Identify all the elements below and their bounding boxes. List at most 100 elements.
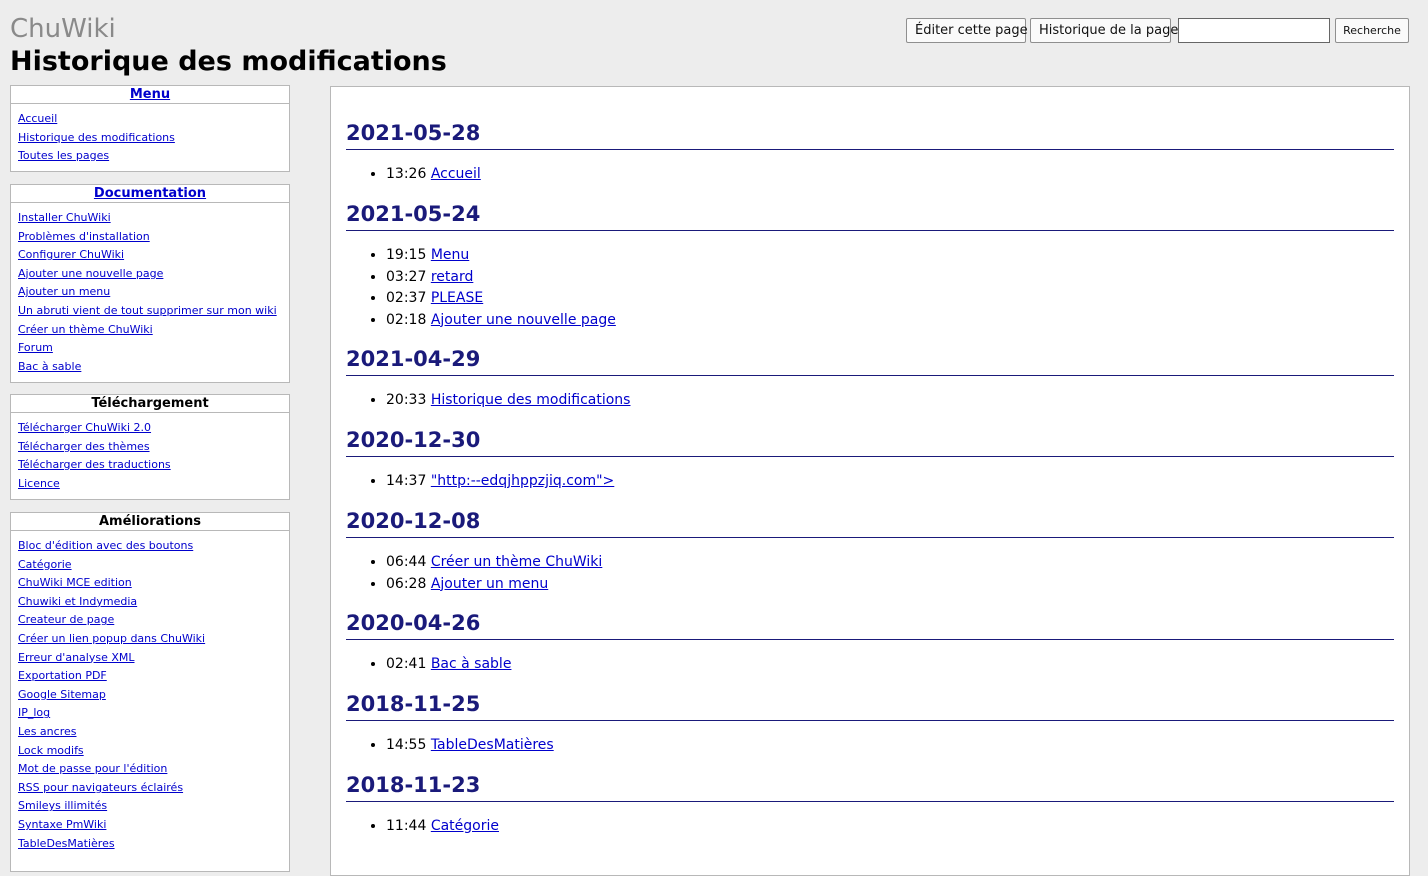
entry-page-link[interactable]: retard	[431, 269, 474, 285]
history-entry: 14:37 "http:--edqjhppzjiq.com">	[386, 471, 1394, 493]
sidebar-link[interactable]: Bac à sable	[18, 360, 81, 373]
entry-time: 06:28	[386, 575, 427, 592]
menu-title-link[interactable]: Menu	[130, 87, 170, 102]
sidebar-item: ChuWiki MCE edition	[18, 574, 282, 593]
sidebar-item: Catégorie	[18, 556, 282, 575]
sidebar-link[interactable]: Problèmes d'installation	[18, 230, 150, 243]
entry-time: 11:44	[386, 818, 427, 834]
sidebar-item: Chuwiki et Indymedia	[18, 593, 282, 612]
history-date-heading: 2020-04-26	[346, 609, 1394, 640]
history-entry-list: 13:26 Accueil	[346, 150, 1394, 186]
sidebar-link[interactable]: Historique des modifications	[18, 131, 175, 144]
sidebar-item: Lock modifs	[18, 742, 282, 761]
sidebar-link[interactable]: Un abruti vient de tout supprimer sur mo…	[18, 304, 277, 317]
history-day-section: 2018-11-23 11:44 Catégorie	[346, 771, 1394, 838]
history-entry-list: 06:44 Créer un thème ChuWiki 06:28 Ajout…	[346, 538, 1394, 595]
history-entry-list: 11:44 Catégorie	[346, 802, 1394, 838]
sidebar-link[interactable]: Syntaxe PmWiki	[18, 818, 106, 831]
entry-page-link[interactable]: Bac à sable	[431, 656, 512, 672]
sidebar-item: Bac à sable	[18, 358, 282, 377]
sidebar-documentation-list: Installer ChuWiki Problèmes d'installati…	[11, 203, 289, 380]
entry-page-link[interactable]: PLEASE	[431, 290, 483, 306]
history-day-section: 2018-11-25 14:55 TableDesMatières	[346, 690, 1394, 757]
history-entry: 20:33 Historique des modifications	[386, 390, 1394, 412]
search-input[interactable]	[1178, 18, 1330, 43]
sidebar-item: Télécharger ChuWiki 2.0	[18, 419, 282, 438]
sidebar-link[interactable]: ChuWiki MCE edition	[18, 576, 132, 589]
site-title: ChuWiki	[10, 14, 116, 44]
sidebar-telechargement-list: Télécharger ChuWiki 2.0 Télécharger des …	[11, 413, 289, 497]
history-entry: 03:27 retard	[386, 267, 1394, 289]
sidebar-item: Télécharger des thèmes	[18, 438, 282, 457]
history-day-section: 2021-05-28 13:26 Accueil	[346, 119, 1394, 186]
sidebar-link[interactable]: Télécharger des traductions	[18, 458, 171, 471]
entry-page-link[interactable]: TableDesMatières	[431, 737, 554, 753]
history-day-section: 2021-04-29 20:33 Historique des modifica…	[346, 345, 1394, 412]
history-date-heading: 2018-11-23	[346, 771, 1394, 802]
page-history-button[interactable]: Historique de la page	[1030, 18, 1178, 43]
main-content: 2021-05-28 13:26 Accueil 2021-05-24 19:1…	[330, 86, 1410, 876]
sidebar-link[interactable]: Bloc d'édition avec des boutons	[18, 539, 193, 552]
entry-page-link[interactable]: Historique des modifications	[431, 392, 631, 408]
sidebar-link[interactable]: Exportation PDF	[18, 669, 107, 682]
history-date-heading: 2021-04-29	[346, 345, 1394, 376]
sidebar-item: Configurer ChuWiki	[18, 246, 282, 265]
documentation-title-link[interactable]: Documentation	[94, 186, 206, 201]
sidebar-link[interactable]: Télécharger des thèmes	[18, 440, 150, 453]
sidebar-link[interactable]: Smileys illimités	[18, 799, 107, 812]
sidebar-link[interactable]: Ajouter un menu	[18, 285, 110, 298]
history-entry: 06:44 Créer un thème ChuWiki	[386, 552, 1394, 574]
search-button[interactable]: Recherche	[1335, 18, 1409, 43]
history-entry: 13:26 Accueil	[386, 164, 1394, 186]
sidebar-link[interactable]: Installer ChuWiki	[18, 211, 111, 224]
sidebar-link[interactable]: Toutes les pages	[18, 149, 109, 162]
sidebar-link[interactable]: Forum	[18, 341, 53, 354]
entry-page-link[interactable]: Accueil	[431, 166, 481, 182]
entry-page-link[interactable]: Ajouter un menu	[431, 576, 548, 592]
entry-time: 14:55	[386, 737, 427, 753]
history-day-section: 2021-05-24 19:15 Menu 03:27 retard 02:37…	[346, 200, 1394, 331]
sidebar-link[interactable]: Catégorie	[18, 558, 72, 571]
history-date-heading: 2021-05-24	[346, 200, 1394, 231]
sidebar-link[interactable]: RSS pour navigateurs éclairés	[18, 781, 183, 794]
sidebar-item: Problèmes d'installation	[18, 228, 282, 247]
history-date-heading: 2018-11-25	[346, 690, 1394, 721]
sidebar-item: Installer ChuWiki	[18, 209, 282, 228]
history-day-section: 2020-04-26 02:41 Bac à sable	[346, 609, 1394, 676]
sidebar-link[interactable]: TableDesMatières	[18, 837, 115, 850]
sidebar-link[interactable]: Google Sitemap	[18, 688, 106, 701]
history-entry: 19:15 Menu	[386, 245, 1394, 267]
sidebar-box-title: Améliorations	[11, 513, 289, 531]
entry-page-link[interactable]: Menu	[431, 247, 469, 263]
sidebar-link[interactable]: Ajouter une nouvelle page	[18, 267, 163, 280]
sidebar-link[interactable]: Les ancres	[18, 725, 76, 738]
entry-time: 06:44	[386, 554, 427, 570]
history-date-heading: 2021-05-28	[346, 119, 1394, 150]
sidebar-box-title: Téléchargement	[11, 395, 289, 413]
history-date-heading: 2020-12-08	[346, 507, 1394, 538]
edit-page-button[interactable]: Éditer cette page	[906, 18, 1028, 43]
sidebar-link[interactable]: Créer un thème ChuWiki	[18, 323, 153, 336]
sidebar-link[interactable]: Createur de page	[18, 613, 114, 626]
sidebar-link[interactable]: IP_log	[18, 706, 50, 719]
entry-time: 02:41	[386, 656, 427, 672]
sidebar-link[interactable]: Créer un lien popup dans ChuWiki	[18, 632, 205, 645]
sidebar-item: Les ancres	[18, 723, 282, 742]
sidebar-link[interactable]: Erreur d'analyse XML	[18, 651, 135, 664]
sidebar-link[interactable]: Configurer ChuWiki	[18, 248, 124, 261]
history-entry: 11:44 Catégorie	[386, 816, 1394, 838]
entry-page-link[interactable]: Catégorie	[431, 818, 499, 834]
history-entry: 02:18 Ajouter une nouvelle page	[386, 310, 1394, 332]
sidebar-box-menu: Menu Accueil Historique des modification…	[10, 85, 290, 172]
history-entry-list: 14:55 TableDesMatières	[346, 721, 1394, 757]
sidebar-link[interactable]: Mot de passe pour l'édition	[18, 762, 167, 775]
entry-page-link[interactable]: "http:--edqjhppzjiq.com">	[431, 473, 614, 489]
sidebar-link[interactable]: Licence	[18, 477, 60, 490]
sidebar-link[interactable]: Chuwiki et Indymedia	[18, 595, 137, 608]
entry-page-link[interactable]: Ajouter une nouvelle page	[431, 312, 616, 328]
entry-page-link[interactable]: Créer un thème ChuWiki	[431, 554, 602, 570]
sidebar-link[interactable]: Télécharger ChuWiki 2.0	[18, 421, 151, 434]
sidebar-link[interactable]: Accueil	[18, 112, 57, 125]
sidebar-link[interactable]: Lock modifs	[18, 744, 84, 757]
sidebar-item: Accueil	[18, 110, 282, 129]
